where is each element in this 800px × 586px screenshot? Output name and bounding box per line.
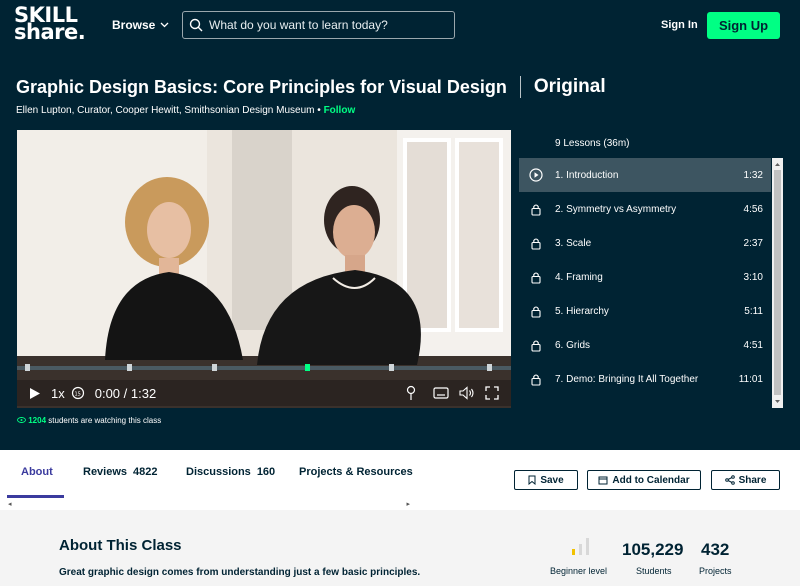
tab-reviews-count: 4822 <box>133 466 158 478</box>
search-icon <box>189 18 203 32</box>
lock-icon <box>531 305 541 318</box>
play-circle-icon <box>529 168 543 182</box>
lesson-duration: 2:37 <box>743 237 763 249</box>
player-controls: 1x 15 0:00 / 1:32 <box>17 362 511 408</box>
signin-link[interactable]: Sign In <box>661 19 698 31</box>
lesson-duration: 4:51 <box>743 339 763 351</box>
lesson-duration: 3:10 <box>743 271 763 283</box>
follow-link[interactable]: Follow <box>324 105 356 116</box>
save-label: Save <box>540 474 564 486</box>
lesson-scrollbar[interactable] <box>772 158 783 408</box>
lesson-title: 6. Grids <box>555 339 591 351</box>
tab-projects[interactable]: Projects & Resources <box>299 466 413 478</box>
scroll-up-arrow-icon[interactable] <box>772 160 783 168</box>
bookmark-icon <box>528 475 536 485</box>
lesson-item[interactable]: 3. Scale 2:37 <box>519 226 771 260</box>
title-divider <box>519 76 521 98</box>
pin-icon[interactable] <box>405 385 417 401</box>
chevron-down-icon <box>160 22 169 28</box>
volume-icon[interactable] <box>459 386 475 400</box>
lesson-item[interactable]: 4. Framing 3:10 <box>519 260 771 294</box>
signup-button[interactable]: Sign Up <box>707 12 780 39</box>
svg-text:15: 15 <box>74 392 80 398</box>
author-name[interactable]: Ellen Lupton, Curator, Cooper Hewitt, Sm… <box>16 105 314 116</box>
scroll-down-arrow-icon[interactable] <box>772 398 783 406</box>
tab-discussions[interactable]: Discussions 160 <box>186 466 275 478</box>
browse-menu[interactable]: Browse <box>112 18 169 32</box>
tab-reviews-label: Reviews <box>83 466 128 478</box>
lesson-duration: 5:11 <box>744 305 763 317</box>
lesson-list: 1. Introduction 1:32 2. Symmetry vs Asym… <box>519 158 771 408</box>
lesson-title: 3. Scale <box>555 237 592 249</box>
time-display: 0:00 / 1:32 <box>94 385 157 401</box>
scroll-thumb[interactable] <box>774 170 781 395</box>
calendar-label: Add to Calendar <box>612 474 690 486</box>
about-description: Great graphic design comes from understa… <box>59 567 421 578</box>
tab-scroll-left-icon[interactable]: ◂ <box>8 500 12 508</box>
level-bars-icon <box>572 538 589 555</box>
tab-bar: About Reviews 4822 Discussions 160 Project… <box>0 450 800 510</box>
tab-scroll-right-icon[interactable]: ▸ <box>406 500 410 508</box>
calendar-icon <box>598 476 608 485</box>
lesson-title: 4. Framing <box>555 271 603 283</box>
lesson-title: 1. Introduction <box>555 169 619 181</box>
search-box[interactable] <box>182 11 455 39</box>
course-hero: SKILL share. Browse Sign In Sign Up Grap… <box>0 0 800 450</box>
level-label: Beginner level <box>550 566 608 576</box>
share-icon <box>724 475 735 485</box>
browse-label: Browse <box>112 18 156 32</box>
rewind-15-icon[interactable]: 15 <box>71 386 85 400</box>
search-input[interactable] <box>209 18 449 32</box>
students-count: 105,229 <box>622 540 684 559</box>
fullscreen-icon[interactable] <box>485 386 499 400</box>
tab-about[interactable]: About <box>21 466 53 478</box>
logo-line-2: share. <box>14 20 86 44</box>
lock-icon <box>531 203 541 216</box>
lesson-item[interactable]: 5. Hierarchy 5:11 <box>519 294 771 328</box>
projects-label: Projects <box>699 566 732 576</box>
lesson-item[interactable]: 6. Grids 4:51 <box>519 328 771 362</box>
captions-icon[interactable] <box>433 386 449 400</box>
watching-text: students are watching this class <box>48 416 162 425</box>
eye-icon <box>17 417 26 423</box>
active-tab-indicator <box>7 495 64 498</box>
tab-scroll-arrows: ◂ ▸ <box>8 500 410 508</box>
lesson-item[interactable]: 2. Symmetry vs Asymmetry 4:56 <box>519 192 771 226</box>
lesson-title: 5. Hierarchy <box>555 305 609 317</box>
share-label: Share <box>738 474 767 486</box>
lock-icon <box>531 373 541 386</box>
share-button[interactable]: Share <box>711 470 780 490</box>
tab-discussions-label: Discussions <box>186 466 251 478</box>
author-line: Ellen Lupton, Curator, Cooper Hewitt, Sm… <box>16 105 355 116</box>
projects-count: 432 <box>701 540 730 559</box>
about-title: About This Class <box>59 537 182 554</box>
speed-control[interactable]: 1x <box>51 386 65 401</box>
add-to-calendar-button[interactable]: Add to Calendar <box>587 470 701 490</box>
seek-bar[interactable] <box>17 364 511 371</box>
save-button[interactable]: Save <box>514 470 578 490</box>
skillshare-logo[interactable]: SKILL share. <box>14 5 88 44</box>
lesson-duration: 1:32 <box>743 169 763 181</box>
lesson-duration: 4:56 <box>743 203 763 215</box>
tab-discussions-count: 160 <box>256 466 276 478</box>
bullet-separator: • <box>317 105 321 116</box>
lock-icon <box>531 339 541 352</box>
lesson-item[interactable]: 1. Introduction 1:32 <box>519 158 771 192</box>
lesson-duration: 11:01 <box>738 373 763 385</box>
students-label: Students <box>636 566 672 576</box>
watching-number: 1204 <box>28 416 47 425</box>
course-title: Graphic Design Basics: Core Principles f… <box>16 76 507 97</box>
lessons-header: 9 Lessons (36m) <box>555 138 630 149</box>
original-badge: Original <box>533 76 606 97</box>
lock-icon <box>531 271 541 284</box>
lesson-item[interactable]: 7. Demo: Bringing It All Together 11:01 <box>519 362 771 396</box>
lesson-title: 7. Demo: Bringing It All Together <box>555 373 699 385</box>
watching-count: 1204 students are watching this class <box>17 416 161 425</box>
lesson-title: 2. Symmetry vs Asymmetry <box>555 203 677 215</box>
lock-icon <box>531 237 541 250</box>
course-title-row: Graphic Design Basics: Core Principles f… <box>16 76 606 98</box>
tab-reviews[interactable]: Reviews 4822 <box>83 466 158 478</box>
play-icon[interactable] <box>29 387 41 400</box>
about-section: About This Class Great graphic design co… <box>0 510 800 586</box>
